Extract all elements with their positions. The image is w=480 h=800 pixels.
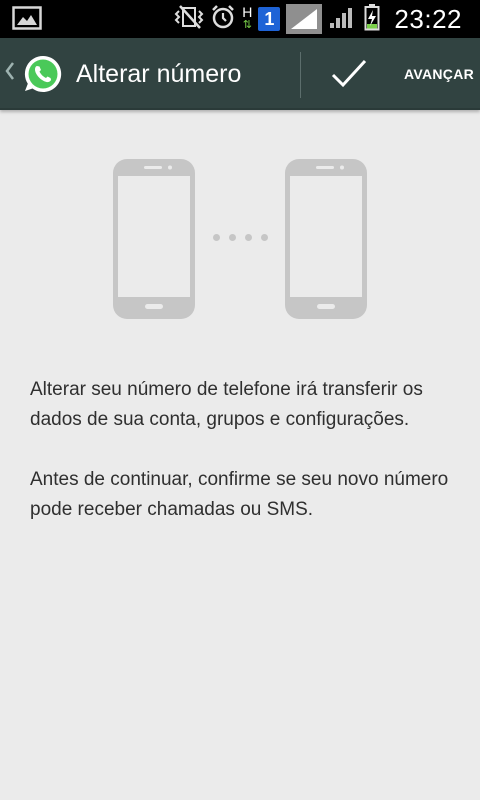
new-phone-icon [285,159,367,319]
gallery-notification-icon [12,6,42,35]
sim-1-icon: 1 [258,7,281,31]
warning-paragraph: Antes de continuar, confirme se seu novo… [30,469,449,520]
whatsapp-logo-icon [22,53,64,95]
old-phone-icon [113,159,195,319]
signal-sim1-icon [286,4,323,34]
page-title: Alterar número [76,59,242,88]
next-button-label: AVANÇAR [404,66,475,82]
status-time: 23:22 [394,3,462,34]
chevron-left-icon [4,61,20,87]
transfer-illustration [112,158,372,320]
up-navigation-button[interactable]: Alterar número [0,38,290,110]
hspa-icon: H ⇅ [242,4,253,32]
alarm-icon [210,4,236,35]
transfer-dots [213,234,268,241]
signal-sim2-icon [328,4,358,35]
action-bar-divider [300,52,301,98]
action-bar: Alterar número AVANÇAR [0,38,480,110]
status-bar: H ⇅ 1 23:22 [0,0,480,38]
battery-charging-icon [364,3,380,36]
vibrate-icon [174,4,204,35]
check-icon [330,58,368,90]
next-button[interactable]: AVANÇAR [310,38,480,110]
network-type-label: H [242,4,253,20]
description-paragraph: Alterar seu número de telefone irá trans… [30,379,423,430]
data-arrows-icon: ⇅ [242,19,252,31]
